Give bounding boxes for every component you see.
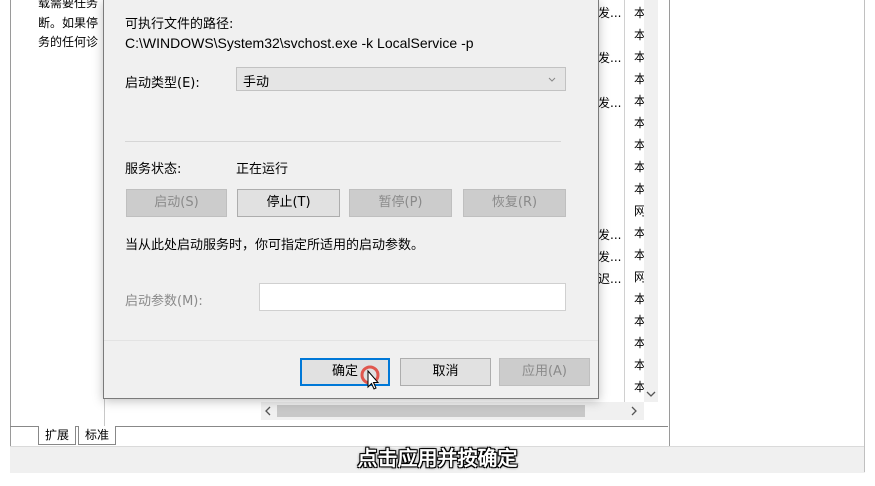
column-divider: [624, 0, 625, 402]
description-line: 断。如果停: [38, 16, 99, 30]
status-cell: 发...: [598, 96, 622, 110]
divider: [125, 141, 561, 142]
startup-cell: 本: [634, 336, 644, 350]
startup-cell: 本: [634, 292, 644, 306]
mouse-cursor-icon: [360, 365, 380, 390]
startup-cell: 本: [634, 94, 644, 108]
status-cell: 发...: [598, 228, 622, 242]
params-hint: 当从此处启动服务时，你可指定所适用的启动参数。: [125, 238, 425, 253]
startup-cell: 本: [634, 6, 644, 20]
startup-cell: 本: [634, 358, 644, 372]
startup-cell: 本: [634, 248, 644, 262]
stop-button[interactable]: 停止(T): [237, 189, 340, 217]
path-label: 可执行文件的路径:: [125, 17, 234, 32]
path-value: C:\WINDOWS\System32\svchost.exe -k Local…: [125, 35, 474, 51]
status-cell: 发...: [598, 51, 622, 65]
status-cell: 发...: [598, 250, 622, 264]
startup-type-label: 启动类型(E):: [125, 76, 200, 91]
startup-cell: 网: [634, 204, 644, 218]
startup-cell: 本: [634, 50, 644, 64]
horizontal-scroll-thumb[interactable]: [277, 405, 585, 417]
vertical-scrollbar[interactable]: [644, 0, 658, 402]
video-subtitle: 点击应用并按确定: [357, 446, 518, 470]
cancel-button[interactable]: 取消: [400, 358, 491, 386]
pause-button[interactable]: 暂停(P): [349, 189, 452, 217]
scroll-right-icon[interactable]: [627, 402, 641, 420]
service-description-pane: 载需要任务 断。如果停 务的任何诊: [34, 0, 105, 426]
status-cell: 迟...: [598, 272, 622, 286]
startup-cell: 本: [634, 182, 644, 196]
startup-cell: 网: [634, 270, 644, 284]
startup-cell: 本: [634, 160, 644, 174]
startup-cell: 本: [634, 28, 644, 42]
divider: [104, 340, 598, 341]
startup-cell: 本: [634, 116, 644, 130]
service-properties-dialog: 可执行文件的路径: C:\WINDOWS\System32\svchost.ex…: [103, 0, 599, 399]
scroll-left-icon[interactable]: [261, 402, 275, 420]
startup-cell: 本: [634, 72, 644, 86]
description-line: 务的任何诊: [38, 35, 99, 49]
startup-type-column: 本 本 本 本 本 本 本 本 本 网 本 本 网 本 本 本 本 本: [634, 0, 644, 400]
chevron-down-icon: [548, 77, 556, 82]
service-status-value: 正在运行: [236, 162, 289, 177]
status-cell: 发...: [598, 6, 622, 20]
startup-cell: 本: [634, 226, 644, 240]
status-column: 发... 发... 发... 发... 发... 迟...: [598, 0, 624, 400]
startup-cell: 本: [634, 138, 644, 152]
startup-type-value: 手动: [243, 75, 270, 90]
startup-cell: 本: [634, 314, 644, 328]
start-button[interactable]: 启动(S): [126, 189, 227, 217]
startup-type-select[interactable]: 手动: [236, 67, 566, 91]
description-line: 载需要任务: [38, 0, 99, 10]
start-parameters-input[interactable]: [259, 283, 566, 311]
apply-button[interactable]: 应用(A): [499, 358, 590, 386]
startup-cell: 本: [634, 380, 644, 394]
window-edge: [864, 0, 865, 472]
resume-button[interactable]: 恢复(R): [463, 189, 566, 217]
service-status-label: 服务状态:: [125, 162, 182, 177]
params-label: 启动参数(M):: [125, 294, 203, 309]
scroll-down-icon[interactable]: [644, 387, 658, 401]
